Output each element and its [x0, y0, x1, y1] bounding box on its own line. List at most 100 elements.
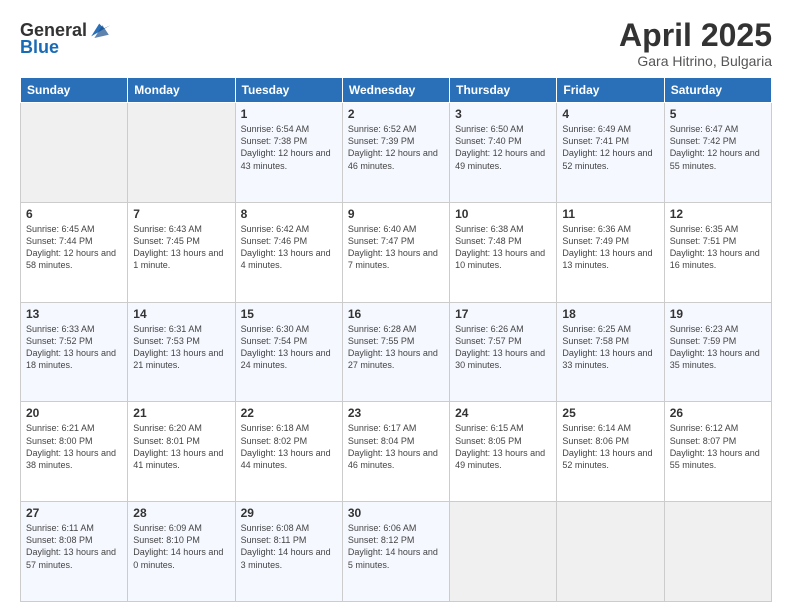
day-cell: 24Sunrise: 6:15 AM Sunset: 8:05 PM Dayli…: [450, 402, 557, 502]
day-cell: 23 Sunrise: 6:17 AM Sunset: 8:04 PM Dayli…: [342, 402, 449, 502]
day-info: Sunrise: 6:21 AM Sunset: 8:00 PM Dayligh…: [26, 422, 122, 471]
day-cell: [557, 502, 664, 602]
day-info: Sunrise: 6:36 AM Sunset: 7:49 PM Dayligh…: [562, 223, 658, 272]
day-cell: 1Sunrise: 6:54 AM Sunset: 7:38 PM Daylig…: [235, 103, 342, 203]
day-number: 21: [133, 406, 229, 420]
day-cell: 3 Sunrise: 6:50 AM Sunset: 7:40 PM Daylig…: [450, 103, 557, 203]
month-title: April 2025: [619, 18, 772, 53]
day-number: 13: [26, 307, 122, 321]
day-number: 15: [241, 307, 337, 321]
day-cell: 6 Sunrise: 6:45 AM Sunset: 7:44 PM Daylig…: [21, 202, 128, 302]
page: General Blue April 2025 Gara Hitrino, Bu…: [0, 0, 792, 612]
day-info: Sunrise: 6:43 AM Sunset: 7:45 PM Dayligh…: [133, 223, 229, 272]
logo-blue: Blue: [20, 38, 59, 56]
col-friday: Friday: [557, 78, 664, 103]
day-info: Sunrise: 6:26 AM Sunset: 7:57 PM Dayligh…: [455, 323, 551, 372]
day-cell: 21 Sunrise: 6:20 AM Sunset: 8:01 PM Dayli…: [128, 402, 235, 502]
day-cell: 29 Sunrise: 6:08 AM Sunset: 8:11 PM Dayli…: [235, 502, 342, 602]
day-cell: 22 Sunrise: 6:18 AM Sunset: 8:02 PM Dayli…: [235, 402, 342, 502]
day-number: 18: [562, 307, 658, 321]
day-number: 28: [133, 506, 229, 520]
location: Gara Hitrino, Bulgaria: [619, 53, 772, 69]
day-cell: 7 Sunrise: 6:43 AM Sunset: 7:45 PM Daylig…: [128, 202, 235, 302]
day-info: Sunrise: 6:35 AM Sunset: 7:51 PM Dayligh…: [670, 223, 766, 272]
day-number: 29: [241, 506, 337, 520]
day-cell: [664, 502, 771, 602]
day-cell: 15 Sunrise: 6:30 AM Sunset: 7:54 PM Dayli…: [235, 302, 342, 402]
col-monday: Monday: [128, 78, 235, 103]
day-cell: 26Sunrise: 6:12 AM Sunset: 8:07 PM Dayli…: [664, 402, 771, 502]
day-cell: 27Sunrise: 6:11 AM Sunset: 8:08 PM Dayli…: [21, 502, 128, 602]
col-wednesday: Wednesday: [342, 78, 449, 103]
day-info: Sunrise: 6:49 AM Sunset: 7:41 PM Dayligh…: [562, 123, 658, 172]
logo-icon: [88, 18, 112, 42]
day-info: Sunrise: 6:50 AM Sunset: 7:40 PM Dayligh…: [455, 123, 551, 172]
calendar-table: Sunday Monday Tuesday Wednesday Thursday…: [20, 77, 772, 602]
day-number: 7: [133, 207, 229, 221]
header: General Blue April 2025 Gara Hitrino, Bu…: [20, 18, 772, 69]
day-cell: 8Sunrise: 6:42 AM Sunset: 7:46 PM Daylig…: [235, 202, 342, 302]
day-number: 6: [26, 207, 122, 221]
day-info: Sunrise: 6:17 AM Sunset: 8:04 PM Dayligh…: [348, 422, 444, 471]
day-number: 5: [670, 107, 766, 121]
day-number: 17: [455, 307, 551, 321]
day-info: Sunrise: 6:52 AM Sunset: 7:39 PM Dayligh…: [348, 123, 444, 172]
day-info: Sunrise: 6:09 AM Sunset: 8:10 PM Dayligh…: [133, 522, 229, 571]
day-info: Sunrise: 6:47 AM Sunset: 7:42 PM Dayligh…: [670, 123, 766, 172]
day-cell: 13 Sunrise: 6:33 AM Sunset: 7:52 PM Dayli…: [21, 302, 128, 402]
day-number: 4: [562, 107, 658, 121]
week-row-2: 13 Sunrise: 6:33 AM Sunset: 7:52 PM Dayli…: [21, 302, 772, 402]
day-cell: 4 Sunrise: 6:49 AM Sunset: 7:41 PM Daylig…: [557, 103, 664, 203]
day-cell: 16 Sunrise: 6:28 AM Sunset: 7:55 PM Dayli…: [342, 302, 449, 402]
day-info: Sunrise: 6:20 AM Sunset: 8:01 PM Dayligh…: [133, 422, 229, 471]
day-number: 23: [348, 406, 444, 420]
week-row-3: 20Sunrise: 6:21 AM Sunset: 8:00 PM Dayli…: [21, 402, 772, 502]
day-info: Sunrise: 6:14 AM Sunset: 8:06 PM Dayligh…: [562, 422, 658, 471]
col-tuesday: Tuesday: [235, 78, 342, 103]
logo: General Blue: [20, 18, 112, 56]
day-cell: 10Sunrise: 6:38 AM Sunset: 7:48 PM Dayli…: [450, 202, 557, 302]
week-row-4: 27Sunrise: 6:11 AM Sunset: 8:08 PM Dayli…: [21, 502, 772, 602]
day-cell: 14Sunrise: 6:31 AM Sunset: 7:53 PM Dayli…: [128, 302, 235, 402]
day-cell: 9 Sunrise: 6:40 AM Sunset: 7:47 PM Daylig…: [342, 202, 449, 302]
day-number: 16: [348, 307, 444, 321]
day-cell: [128, 103, 235, 203]
week-row-1: 6 Sunrise: 6:45 AM Sunset: 7:44 PM Daylig…: [21, 202, 772, 302]
day-info: Sunrise: 6:31 AM Sunset: 7:53 PM Dayligh…: [133, 323, 229, 372]
day-number: 22: [241, 406, 337, 420]
week-row-0: 1Sunrise: 6:54 AM Sunset: 7:38 PM Daylig…: [21, 103, 772, 203]
day-info: Sunrise: 6:42 AM Sunset: 7:46 PM Dayligh…: [241, 223, 337, 272]
day-info: Sunrise: 6:33 AM Sunset: 7:52 PM Dayligh…: [26, 323, 122, 372]
day-number: 9: [348, 207, 444, 221]
header-row: Sunday Monday Tuesday Wednesday Thursday…: [21, 78, 772, 103]
day-cell: 20Sunrise: 6:21 AM Sunset: 8:00 PM Dayli…: [21, 402, 128, 502]
day-number: 2: [348, 107, 444, 121]
day-info: Sunrise: 6:15 AM Sunset: 8:05 PM Dayligh…: [455, 422, 551, 471]
day-number: 12: [670, 207, 766, 221]
day-info: Sunrise: 6:25 AM Sunset: 7:58 PM Dayligh…: [562, 323, 658, 372]
day-cell: [21, 103, 128, 203]
day-cell: 25 Sunrise: 6:14 AM Sunset: 8:06 PM Dayli…: [557, 402, 664, 502]
day-cell: 2 Sunrise: 6:52 AM Sunset: 7:39 PM Daylig…: [342, 103, 449, 203]
col-thursday: Thursday: [450, 78, 557, 103]
day-info: Sunrise: 6:08 AM Sunset: 8:11 PM Dayligh…: [241, 522, 337, 571]
day-info: Sunrise: 6:28 AM Sunset: 7:55 PM Dayligh…: [348, 323, 444, 372]
day-number: 27: [26, 506, 122, 520]
day-number: 1: [241, 107, 337, 121]
col-saturday: Saturday: [664, 78, 771, 103]
day-info: Sunrise: 6:45 AM Sunset: 7:44 PM Dayligh…: [26, 223, 122, 272]
day-cell: 30 Sunrise: 6:06 AM Sunset: 8:12 PM Dayli…: [342, 502, 449, 602]
day-number: 11: [562, 207, 658, 221]
day-info: Sunrise: 6:30 AM Sunset: 7:54 PM Dayligh…: [241, 323, 337, 372]
day-number: 19: [670, 307, 766, 321]
day-cell: 28 Sunrise: 6:09 AM Sunset: 8:10 PM Dayli…: [128, 502, 235, 602]
day-info: Sunrise: 6:06 AM Sunset: 8:12 PM Dayligh…: [348, 522, 444, 571]
day-number: 30: [348, 506, 444, 520]
day-number: 25: [562, 406, 658, 420]
title-block: April 2025 Gara Hitrino, Bulgaria: [619, 18, 772, 69]
day-info: Sunrise: 6:38 AM Sunset: 7:48 PM Dayligh…: [455, 223, 551, 272]
day-cell: 19Sunrise: 6:23 AM Sunset: 7:59 PM Dayli…: [664, 302, 771, 402]
day-info: Sunrise: 6:18 AM Sunset: 8:02 PM Dayligh…: [241, 422, 337, 471]
day-number: 3: [455, 107, 551, 121]
day-info: Sunrise: 6:40 AM Sunset: 7:47 PM Dayligh…: [348, 223, 444, 272]
